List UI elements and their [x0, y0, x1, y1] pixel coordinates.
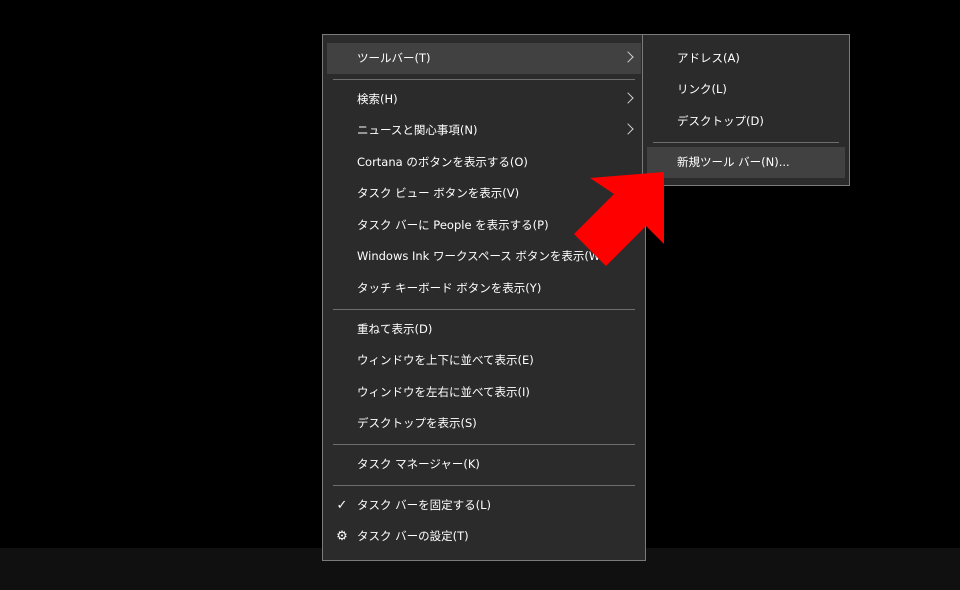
menu-item-side-by-side[interactable]: ウィンドウを左右に並べて表示(I)	[327, 377, 641, 408]
submenu-item-address[interactable]: アドレス(A)	[647, 43, 845, 74]
pointer-arrow-shape	[574, 172, 664, 266]
menu-item-lock-taskbar[interactable]: ✓ タスク バーを固定する(L)	[327, 490, 641, 521]
submenu-item-links[interactable]: リンク(L)	[647, 74, 845, 105]
menu-item-show-touch-keyboard[interactable]: タッチ キーボード ボタンを表示(Y)	[327, 273, 641, 304]
submenu-item-label: デスクトップ(D)	[677, 114, 764, 128]
check-icon: ✓	[336, 498, 348, 513]
chevron-right-icon	[622, 51, 634, 63]
menu-separator	[333, 485, 635, 486]
menu-separator	[333, 444, 635, 445]
menu-item-label: ニュースと関心事項(N)	[357, 123, 478, 137]
menu-separator	[333, 79, 635, 80]
menu-item-label: ツールバー(T)	[357, 51, 431, 65]
pointer-arrow-icon	[574, 172, 664, 266]
menu-item-label: ウィンドウを上下に並べて表示(E)	[357, 353, 534, 367]
menu-item-label: ウィンドウを左右に並べて表示(I)	[357, 385, 530, 399]
menu-item-label: タスク バーを固定する(L)	[357, 498, 492, 512]
menu-item-news-and-interests[interactable]: ニュースと関心事項(N)	[327, 115, 641, 146]
menu-item-label: タスク マネージャー(K)	[357, 457, 480, 471]
chevron-right-icon	[622, 92, 634, 104]
submenu-item-label: アドレス(A)	[677, 51, 740, 65]
menu-item-cascade[interactable]: 重ねて表示(D)	[327, 314, 641, 345]
submenu-item-desktop[interactable]: デスクトップ(D)	[647, 106, 845, 137]
menu-item-label: タスク バーに People を表示する(P)	[357, 218, 549, 232]
submenu-item-label: リンク(L)	[677, 82, 727, 96]
menu-separator	[333, 309, 635, 310]
menu-item-label: タッチ キーボード ボタンを表示(Y)	[357, 281, 542, 295]
menu-item-label: Cortana のボタンを表示する(O)	[357, 155, 528, 169]
menu-item-task-manager[interactable]: タスク マネージャー(K)	[327, 449, 641, 480]
menu-item-label: Windows Ink ワークスペース ボタンを表示(W)	[357, 249, 605, 263]
menu-item-label: 重ねて表示(D)	[357, 322, 433, 336]
menu-item-label: デスクトップを表示(S)	[357, 416, 477, 430]
menu-item-label: タスク バーの設定(T)	[357, 529, 469, 543]
menu-item-show-desktop[interactable]: デスクトップを表示(S)	[327, 408, 641, 439]
menu-item-search[interactable]: 検索(H)	[327, 84, 641, 115]
menu-separator	[653, 142, 839, 143]
taskbar-context-menu: ツールバー(T) 検索(H) ニュースと関心事項(N) Cortana のボタン…	[322, 34, 646, 561]
menu-item-label: 検索(H)	[357, 92, 398, 106]
menu-item-toolbar[interactable]: ツールバー(T)	[327, 43, 641, 74]
menu-item-taskbar-settings[interactable]: ⚙ タスク バーの設定(T)	[327, 521, 641, 552]
chevron-right-icon	[622, 123, 634, 135]
menu-item-stack-windows[interactable]: ウィンドウを上下に並べて表示(E)	[327, 345, 641, 376]
menu-item-label: タスク ビュー ボタンを表示(V)	[357, 186, 520, 200]
submenu-item-label: 新規ツール バー(N)...	[677, 155, 790, 169]
gear-icon: ⚙	[336, 529, 348, 544]
